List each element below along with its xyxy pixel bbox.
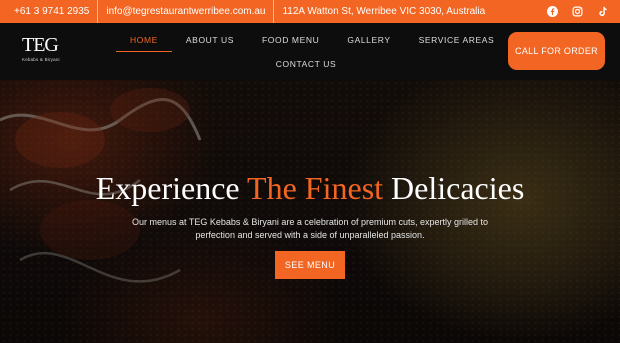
nav-item-home[interactable]: HOME [116, 35, 172, 52]
email-link[interactable]: info@tegrestaurantwerribee.com.au [98, 0, 273, 23]
headline-pre: Experience [95, 170, 248, 206]
social-links [547, 0, 608, 23]
tiktok-icon[interactable] [597, 6, 608, 17]
nav-item-about-us[interactable]: ABOUT US [172, 35, 248, 45]
logo-tagline: Kebabs & Biryani [22, 57, 60, 62]
phone-number[interactable]: +61 3 9741 2935 [0, 0, 97, 23]
hero-description: Our menus at TEG Kebabs & Biryani are a … [132, 217, 488, 240]
top-info-bar: +61 3 9741 2935 info@tegrestaurantwerrib… [0, 0, 620, 23]
nav-item-service-areas[interactable]: SERVICE AREAS [405, 35, 509, 45]
see-menu-button[interactable]: SEE MENU [275, 251, 345, 279]
logo[interactable]: TEG Kebabs & Biryani [22, 35, 80, 69]
call-for-order-button[interactable]: CALL FOR ORDER [508, 32, 605, 70]
hero-banner: Experience The Finest Delicacies Our men… [0, 80, 620, 343]
headline-accent: The Finest [247, 170, 384, 206]
facebook-icon[interactable] [547, 6, 558, 17]
address-text: 112A Watton St, Werribee VIC 3030, Austr… [282, 6, 486, 17]
hero-overlay [0, 80, 620, 343]
instagram-icon[interactable] [572, 6, 583, 17]
nav-item-gallery[interactable]: GALLERY [333, 35, 404, 45]
nav-item-contact-us[interactable]: CONTACT US [262, 59, 350, 69]
site-header: TEG Kebabs & Biryani HOME ABOUT US FOOD … [0, 23, 620, 80]
headline-post: Delicacies [383, 170, 525, 206]
hero-headline: Experience The Finest Delicacies [0, 170, 620, 207]
nav-item-food-menu[interactable]: FOOD MENU [248, 35, 333, 45]
main-nav: HOME ABOUT US FOOD MENU GALLERY SERVICE … [116, 29, 496, 75]
logo-mark: TEG [22, 34, 59, 56]
